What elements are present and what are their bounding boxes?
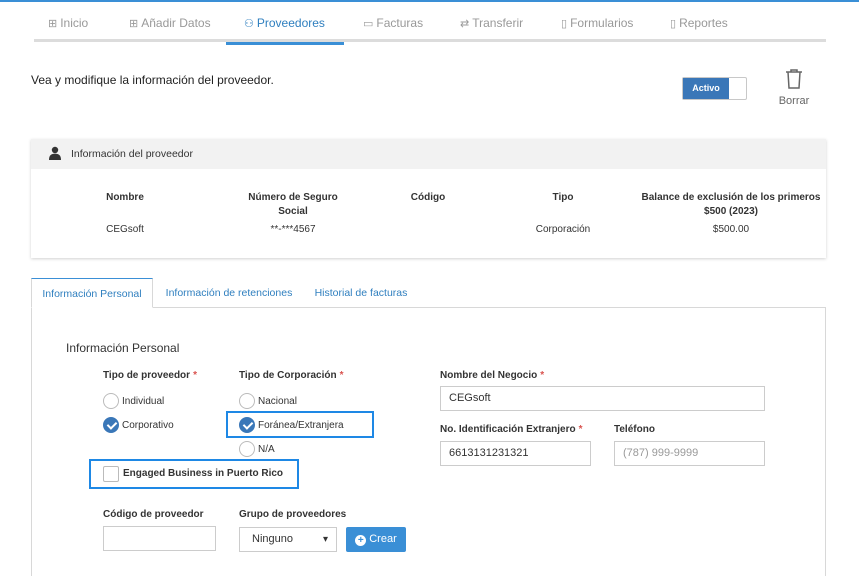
- nav-item-formularios[interactable]: ▯ Formularios: [561, 8, 633, 42]
- engaged-business-checkbox[interactable]: [103, 466, 119, 482]
- nav-item-transferir[interactable]: ⇄ Transferir: [460, 8, 523, 42]
- nombre-negocio-label: Nombre del Negocio *: [440, 370, 544, 381]
- person-icon: [49, 146, 61, 160]
- crear-label: Crear: [369, 533, 397, 545]
- tab-informacion-retenciones[interactable]: Información de retenciones: [159, 278, 299, 308]
- nombre-negocio-input[interactable]: CEGsoft: [440, 386, 765, 411]
- header-tipo: Tipo: [552, 192, 574, 203]
- users-icon: ⚇: [244, 18, 254, 30]
- value-nombre: CEGsoft: [106, 224, 144, 235]
- delete-button[interactable]: Borrar: [774, 68, 814, 107]
- detail-tabs: Información Personal Información de rete…: [31, 278, 826, 308]
- tipo-corporacion-label: Tipo de Corporación *: [239, 370, 344, 381]
- top-accent-line: [0, 0, 859, 2]
- tab-historial-facturas[interactable]: Historial de facturas: [311, 278, 411, 308]
- plus-square-icon: ⊞: [129, 18, 139, 30]
- trash-icon: [786, 69, 802, 89]
- nav-label: Inicio: [60, 16, 89, 30]
- header-nombre: Nombre: [106, 192, 144, 203]
- label-text: Nombre del Negocio: [440, 370, 538, 381]
- crear-button[interactable]: + Crear: [346, 527, 406, 552]
- telefono-input[interactable]: (787) 999-9999: [614, 441, 765, 466]
- select-value: Ninguno: [252, 533, 293, 545]
- id-extranjero-input[interactable]: 6613131231321: [440, 441, 591, 466]
- value-tipo: Corporación: [535, 224, 591, 235]
- provider-card-header: Información del proveedor: [31, 139, 826, 169]
- nav-item-inicio[interactable]: ⊞ Inicio: [48, 8, 88, 42]
- delete-label: Borrar: [778, 95, 810, 107]
- value-balance: $500.00: [712, 224, 750, 235]
- nav-item-proveedores[interactable]: ⚇ Proveedores: [226, 8, 344, 45]
- provider-info-card: Información del proveedor Nombre Número …: [31, 139, 826, 258]
- radio-nacional[interactable]: [239, 393, 255, 409]
- plus-circle-icon: +: [355, 535, 367, 546]
- nav-label: Facturas: [376, 16, 424, 30]
- chevron-down-icon: ▾: [322, 534, 328, 545]
- nav-item-facturas[interactable]: ▭ Facturas: [363, 8, 423, 42]
- tab-informacion-personal[interactable]: Información Personal: [31, 278, 153, 308]
- invoice-icon: ▭: [363, 18, 374, 30]
- provider-card-title: Información del proveedor: [71, 148, 193, 160]
- grupo-proveedores-label: Grupo de proveedores: [239, 509, 347, 520]
- nav-label: Transferir: [472, 16, 524, 30]
- status-toggle[interactable]: Activo: [682, 77, 747, 100]
- id-extranjero-label: No. Identificación Extranjero *: [440, 424, 583, 435]
- header-codigo: Código: [410, 192, 446, 203]
- nav-label: Formularios: [570, 16, 634, 30]
- nav-item-reportes[interactable]: ▯ Reportes: [670, 8, 728, 42]
- label-text: No. Identificación Extranjero: [440, 424, 576, 435]
- label-text: Tipo de proveedor: [103, 370, 191, 381]
- grid-icon: ⊞: [48, 18, 58, 30]
- nav-item-anadir-datos[interactable]: ⊞ Añadir Datos: [129, 8, 211, 42]
- tipo-proveedor-label: Tipo de proveedor *: [103, 370, 197, 381]
- codigo-proveedor-label: Código de proveedor: [103, 509, 204, 520]
- engaged-business-label: Engaged Business in Puerto Rico: [123, 468, 284, 479]
- radio-individual[interactable]: [103, 393, 119, 409]
- nav-label: Reportes: [679, 16, 728, 30]
- nav-label: Proveedores: [256, 16, 325, 30]
- value-ssn: **-***4567: [270, 224, 316, 235]
- required-mark: *: [578, 424, 583, 435]
- radio-na[interactable]: [239, 441, 255, 457]
- required-mark: *: [193, 370, 197, 381]
- grupo-proveedores-select[interactable]: Ninguno ▾: [239, 527, 337, 552]
- header-ssn: Número de Seguro Social: [248, 192, 338, 217]
- header-balance: Balance de exclusión de los primeros $50…: [641, 192, 821, 217]
- radio-corporativo[interactable]: [103, 417, 119, 433]
- clipboard-icon: ▯: [670, 18, 677, 30]
- radio-foranea-label: Foránea/Extranjera: [258, 420, 344, 431]
- status-toggle-label: Activo: [683, 78, 729, 99]
- section-title: Información Personal: [66, 341, 180, 355]
- radio-nacional-label: Nacional: [258, 396, 297, 407]
- codigo-proveedor-input[interactable]: [103, 526, 216, 551]
- radio-na-label: N/A: [258, 444, 275, 455]
- nav-label: Añadir Datos: [141, 16, 211, 30]
- required-mark: *: [339, 370, 344, 381]
- main-nav: ⊞ Inicio ⊞ Añadir Datos ⚇ Proveedores ▭ Fact…: [34, 8, 826, 45]
- arrows-icon: ⇄: [460, 18, 470, 30]
- radio-individual-label: Individual: [122, 396, 165, 407]
- radio-corporativo-label: Corporativo: [122, 420, 174, 431]
- document-icon: ▯: [561, 18, 568, 30]
- telefono-label: Teléfono: [614, 424, 655, 435]
- page-description: Vea y modifique la información del prove…: [31, 73, 274, 87]
- required-mark: *: [540, 370, 545, 381]
- radio-foranea-extranjera[interactable]: [239, 417, 255, 433]
- label-text: Tipo de Corporación: [239, 370, 337, 381]
